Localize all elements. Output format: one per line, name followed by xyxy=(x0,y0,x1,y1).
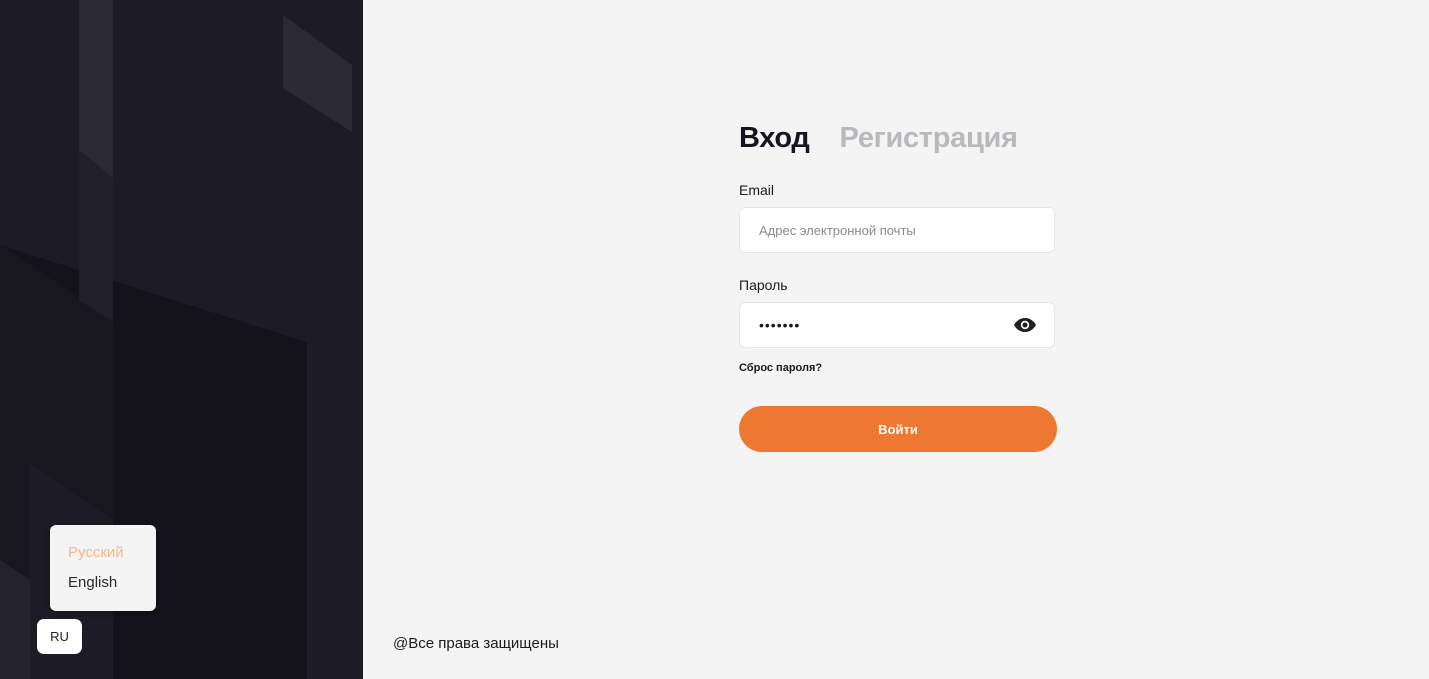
password-label: Пароль xyxy=(739,277,788,293)
sidebar-decorative-panel: Русский English RU xyxy=(0,0,363,679)
tab-register[interactable]: Регистрация xyxy=(840,122,1018,155)
language-dropdown-menu: Русский English xyxy=(50,525,156,611)
auth-tabs: Вход Регистрация xyxy=(739,122,1018,155)
email-field-container xyxy=(739,207,1055,253)
password-field-container xyxy=(739,302,1055,348)
password-input[interactable] xyxy=(759,303,1009,347)
email-label: Email xyxy=(739,182,775,198)
reset-password-link[interactable]: Сброс пароля? xyxy=(739,362,822,374)
language-switch-button[interactable]: RU xyxy=(37,619,82,654)
email-input[interactable] xyxy=(759,208,1009,252)
login-button[interactable]: Войти xyxy=(739,406,1057,452)
language-option-russian[interactable]: Русский xyxy=(68,544,124,561)
copyright-text: @Все права защищены xyxy=(393,635,559,652)
login-page: Русский English RU Вход Регистрация Emai… xyxy=(0,0,1429,679)
eye-icon[interactable] xyxy=(1013,316,1037,334)
language-option-english[interactable]: English xyxy=(68,574,117,591)
tab-login[interactable]: Вход xyxy=(739,122,810,155)
